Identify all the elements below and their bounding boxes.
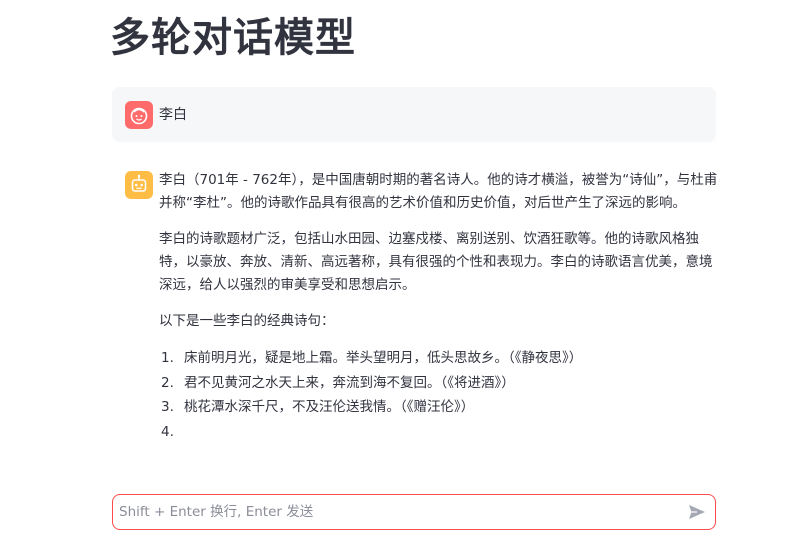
poem-list: 1. 床前明月光，疑是地上霜。举头望明月，低头思故乡。（《静夜思》） 2. 君不…	[159, 346, 719, 440]
user-message: 李白	[112, 87, 716, 142]
user-message-text: 李白	[159, 107, 187, 123]
list-item: 2. 君不见黄河之水天上来，奔流到海不复回。（《将进酒》）	[159, 371, 719, 396]
list-number: 2.	[161, 374, 174, 391]
list-item-text: 床前明月光，疑是地上霜。举头望明月，低头思故乡。（《静夜思》）	[184, 350, 583, 366]
list-item-text: 桃花潭水深千尺，不及汪伦送我情。（《赠汪伦》）	[184, 399, 475, 415]
assistant-paragraph: 以下是一些李白的经典诗句：	[159, 313, 335, 329]
list-number: 1.	[161, 350, 174, 366]
chat-input-container	[112, 494, 716, 530]
send-button[interactable]	[687, 503, 707, 521]
chat-page: 多轮对话模型 李白 李白（701年 - 762年），是中国唐朝时期的著名诗人。他…	[0, 0, 800, 546]
assistant-paragraph: 李白的诗歌题材广泛，包括山水田园、边塞戍楼、离别送别、饮酒狂歌等。他的诗歌风格独…	[159, 231, 713, 293]
list-number: 3.	[161, 399, 174, 415]
bot-icon	[125, 171, 153, 199]
list-item-text: 君不见黄河之水天上来，奔流到海不复回。（《将进酒》）	[184, 374, 515, 391]
assistant-message-body: 李白（701年 - 762年），是中国唐朝时期的著名诗人。他的诗才横溢，被誉为“…	[159, 169, 719, 440]
list-item: 3. 桃花潭水深千尺，不及汪伦送我情。（《赠汪伦》）	[159, 395, 719, 420]
face-icon	[125, 101, 153, 129]
list-number: 4.	[161, 423, 174, 440]
send-icon	[689, 505, 705, 519]
page-title: 多轮对话模型	[110, 15, 356, 61]
list-item: 1. 床前明月光，疑是地上霜。举头望明月，低头思故乡。（《静夜思》）	[159, 346, 719, 371]
chat-input[interactable]	[119, 495, 679, 529]
assistant-paragraph: 李白（701年 - 762年），是中国唐朝时期的著名诗人。他的诗才横溢，被誉为“…	[159, 172, 718, 211]
assistant-message: 李白（701年 - 762年），是中国唐朝时期的著名诗人。他的诗才横溢，被誉为“…	[112, 163, 719, 453]
